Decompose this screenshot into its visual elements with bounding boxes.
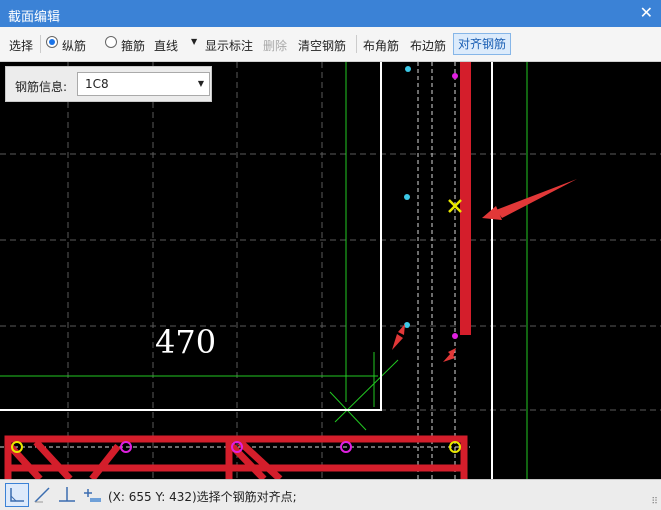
chevron-down-icon[interactable]: ▼ (191, 37, 197, 46)
rebar-info-select[interactable]: 1C8 ▼ (77, 72, 210, 96)
bottom-stirrups[interactable] (4, 435, 468, 479)
vertical-rebar[interactable] (460, 62, 471, 335)
annotation-arrows (392, 179, 577, 362)
guide-lines (0, 62, 470, 479)
title-bar: 截面编辑 ✕ (0, 0, 661, 27)
construction-lines (0, 62, 528, 479)
stirrup-radio[interactable] (105, 36, 117, 48)
delete-button[interactable]: 删除 (263, 37, 287, 54)
line-mode-dropdown[interactable]: 直线 (154, 37, 178, 54)
drawing-canvas[interactable]: 470 (0, 62, 661, 479)
status-text: (X: 655 Y: 432)选择个钢筋对齐点; (108, 490, 297, 504)
longitudinal-radio[interactable] (46, 36, 58, 48)
clear-rebar-button[interactable]: 清空钢筋 (298, 37, 346, 54)
grid (0, 62, 661, 479)
rebar-info-label: 钢筋信息: (15, 80, 68, 94)
rebar-points[interactable] (404, 66, 411, 328)
object-snap-icon[interactable] (55, 483, 79, 507)
align-rebar-button[interactable]: 对齐钢筋 (453, 33, 511, 55)
dimension-tool-icon[interactable] (80, 483, 104, 507)
chevron-down-icon[interactable]: ▼ (198, 79, 204, 88)
rebar-info-value: 1C8 (85, 77, 109, 91)
corner-rebar-button[interactable]: 布角筋 (363, 37, 399, 54)
window-title: 截面编辑 (8, 10, 61, 25)
section-outline (0, 62, 493, 479)
toolbar-divider (356, 35, 357, 53)
stirrup-label[interactable]: 箍筋 (121, 37, 145, 54)
toolbar: 选择 纵筋 箍筋 直线 ▼ 显示标注 删除 清空钢筋 布角筋 布边筋 对齐钢筋 (0, 27, 661, 62)
ortho-snap-icon[interactable] (5, 483, 29, 507)
resize-grip-icon[interactable]: ⠿ (651, 497, 658, 507)
dimension-label: 470 (155, 323, 216, 361)
edge-rebar-button[interactable]: 布边筋 (410, 37, 446, 54)
show-annotation-button[interactable]: 显示标注 (205, 37, 253, 54)
toolbar-divider (40, 35, 41, 53)
status-bar: (X: 655 Y: 432)选择个钢筋对齐点; ⠿ (0, 479, 661, 510)
polar-snap-icon[interactable] (30, 483, 54, 507)
select-button[interactable]: 选择 (9, 37, 33, 54)
rebar-info-panel: 钢筋信息: 1C8 ▼ (5, 66, 212, 102)
close-icon[interactable]: ✕ (640, 3, 653, 22)
longitudinal-label[interactable]: 纵筋 (62, 37, 86, 54)
